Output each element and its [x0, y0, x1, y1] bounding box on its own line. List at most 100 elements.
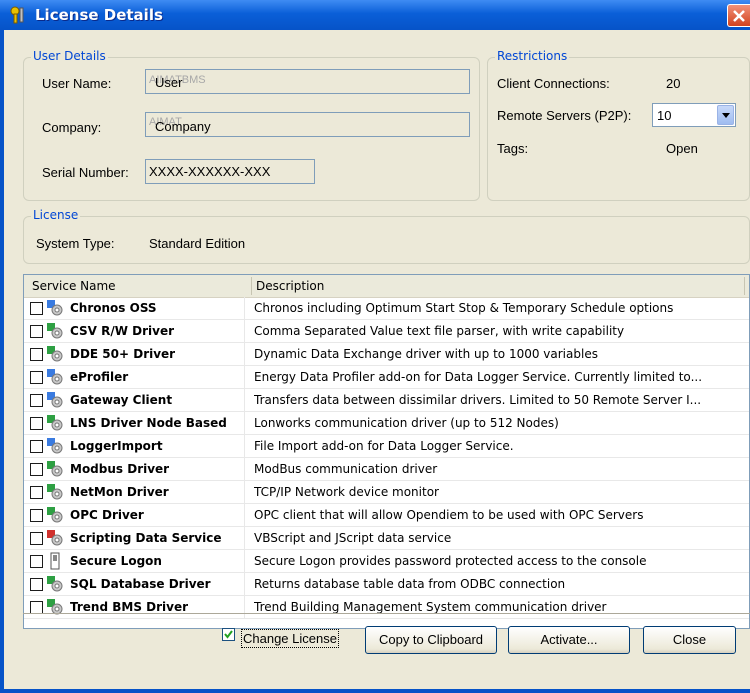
- title-bar[interactable]: License Details: [0, 0, 750, 30]
- service-checkbox[interactable]: [30, 325, 43, 338]
- window-left-border: [0, 30, 4, 693]
- dropdown-arrow-button[interactable]: [717, 105, 734, 125]
- driver-green-gear-icon: [47, 461, 63, 477]
- service-description: Trend Building Management System communi…: [254, 600, 607, 614]
- client-connections-value: 20: [666, 76, 681, 91]
- window-bottom-border: [0, 689, 750, 693]
- service-description: Comma Separated Value text file parser, …: [254, 324, 625, 338]
- service-name: NetMon Driver: [70, 485, 169, 499]
- change-license-checkbox[interactable]: [222, 628, 235, 641]
- service-checkbox[interactable]: [30, 509, 43, 522]
- company-value: Company: [155, 119, 211, 134]
- close-button[interactable]: Close: [643, 626, 736, 654]
- service-row[interactable]: Secure Logon Secure Logon provides passwo…: [24, 550, 749, 573]
- service-description: Lonworks communication driver (up to 512…: [254, 416, 559, 430]
- service-checkbox[interactable]: [30, 578, 43, 591]
- service-name: Chronos OSS: [70, 301, 157, 315]
- service-row[interactable]: Chronos OSS Chronos including Optimum Sta…: [24, 297, 749, 320]
- client-connections-label: Client Connections:: [497, 76, 610, 91]
- service-row[interactable]: Trend BMS Driver Trend Building Managemen…: [24, 596, 749, 619]
- user-name-field[interactable]: AIMATBMS User: [145, 69, 470, 94]
- serial-number-label: Serial Number:: [42, 165, 129, 180]
- services-list[interactable]: Service Name Description Chronos OSS Chro…: [23, 274, 750, 629]
- service-checkbox[interactable]: [30, 417, 43, 430]
- service-row[interactable]: Modbus Driver ModBus communication driver: [24, 458, 749, 481]
- secure-logon-icon: [50, 552, 60, 570]
- license-legend: License: [31, 208, 81, 222]
- service-name: LNS Driver Node Based: [70, 416, 227, 430]
- system-type-label: System Type:: [36, 236, 115, 251]
- user-name-label: User Name:: [42, 76, 112, 91]
- service-row[interactable]: CSV R/W Driver Comma Separated Value text…: [24, 320, 749, 343]
- driver-green-gear-icon: [47, 576, 63, 592]
- service-row[interactable]: Scripting Data Service VBScript and JScri…: [24, 527, 749, 550]
- service-name: OPC Driver: [70, 508, 144, 522]
- restrictions-legend: Restrictions: [495, 49, 570, 63]
- service-checkbox[interactable]: [30, 302, 43, 315]
- change-license-label[interactable]: Change License: [241, 629, 339, 648]
- user-name-value: User: [155, 75, 183, 90]
- system-type-value: Standard Edition: [149, 236, 246, 251]
- user-details-legend: User Details: [31, 49, 108, 63]
- service-name: Modbus Driver: [70, 462, 170, 476]
- service-blue-gear-icon: [47, 369, 63, 385]
- service-name: Secure Logon: [70, 554, 162, 568]
- service-checkbox[interactable]: [30, 371, 43, 384]
- service-checkbox[interactable]: [30, 463, 43, 476]
- service-blue-gear-icon: [47, 300, 63, 316]
- service-name: Scripting Data Service: [70, 531, 222, 545]
- window-close-button[interactable]: [727, 4, 750, 27]
- key-wrench-icon: [10, 6, 24, 24]
- service-description: Transfers data between dissimilar driver…: [254, 393, 702, 407]
- script-red-gear-icon: [47, 530, 63, 546]
- service-row[interactable]: OPC Driver OPC client that will allow Ope…: [24, 504, 749, 527]
- serial-number-value: XXXX-XXXXXX-XXX: [149, 164, 271, 179]
- driver-green-gear-icon: [47, 507, 63, 523]
- service-blue-gear-icon: [47, 438, 63, 454]
- service-name: Trend BMS Driver: [70, 600, 189, 614]
- company-field[interactable]: AIMAT Company: [145, 112, 470, 137]
- service-row[interactable]: eProfiler Energy Data Profiler add-on for…: [24, 366, 749, 389]
- service-description: Chronos including Optimum Start Stop & T…: [254, 301, 674, 315]
- service-description: OPC client that will allow Opendiem to b…: [254, 508, 644, 522]
- copy-to-clipboard-button[interactable]: Copy to Clipboard: [365, 626, 497, 654]
- service-row[interactable]: SQL Database Driver Returns database tabl…: [24, 573, 749, 596]
- service-row[interactable]: LNS Driver Node Based Lonworks communicat…: [24, 412, 749, 435]
- service-name: CSV R/W Driver: [70, 324, 175, 338]
- service-checkbox[interactable]: [30, 440, 43, 453]
- service-checkbox[interactable]: [30, 394, 43, 407]
- service-checkbox[interactable]: [30, 486, 43, 499]
- license-group: [23, 216, 750, 264]
- service-name: eProfiler: [70, 370, 129, 384]
- driver-green-gear-icon: [47, 323, 63, 339]
- service-name: LoggerImport: [70, 439, 163, 453]
- service-description: Secure Logon provides password protected…: [254, 554, 647, 568]
- serial-number-field[interactable]: XXXX-XXXXXX-XXX: [145, 159, 315, 184]
- services-list-header: Service Name Description: [24, 275, 749, 298]
- remote-servers-value: 10: [657, 108, 672, 123]
- column-header-description[interactable]: Description: [256, 279, 324, 293]
- tags-value: Open: [666, 141, 698, 156]
- service-row[interactable]: Gateway Client Transfers data between dis…: [24, 389, 749, 412]
- driver-green-gear-icon: [47, 346, 63, 362]
- service-description: TCP/IP Network device monitor: [254, 485, 439, 499]
- service-row[interactable]: NetMon Driver TCP/IP Network device monit…: [24, 481, 749, 504]
- chevron-down-icon: [722, 113, 730, 118]
- service-blue-gear-icon: [47, 392, 63, 408]
- activate-button[interactable]: Activate...: [508, 626, 630, 654]
- window-title: License Details: [35, 6, 163, 24]
- service-row[interactable]: LoggerImport File Import add-on for Data …: [24, 435, 749, 458]
- remote-servers-dropdown[interactable]: 10: [652, 103, 736, 127]
- service-checkbox[interactable]: [30, 348, 43, 361]
- service-description: Energy Data Profiler add-on for Data Log…: [254, 370, 703, 384]
- service-row[interactable]: DDE 50+ Driver Dynamic Data Exchange driv…: [24, 343, 749, 366]
- service-name: Gateway Client: [70, 393, 173, 407]
- column-header-service-name[interactable]: Service Name: [32, 279, 116, 293]
- close-icon: [733, 10, 745, 22]
- service-checkbox[interactable]: [30, 555, 43, 568]
- service-name: DDE 50+ Driver: [70, 347, 176, 361]
- service-description: ModBus communication driver: [254, 462, 438, 476]
- service-checkbox[interactable]: [30, 532, 43, 545]
- checkmark-icon: [224, 630, 233, 639]
- service-description: VBScript and JScript data service: [254, 531, 452, 545]
